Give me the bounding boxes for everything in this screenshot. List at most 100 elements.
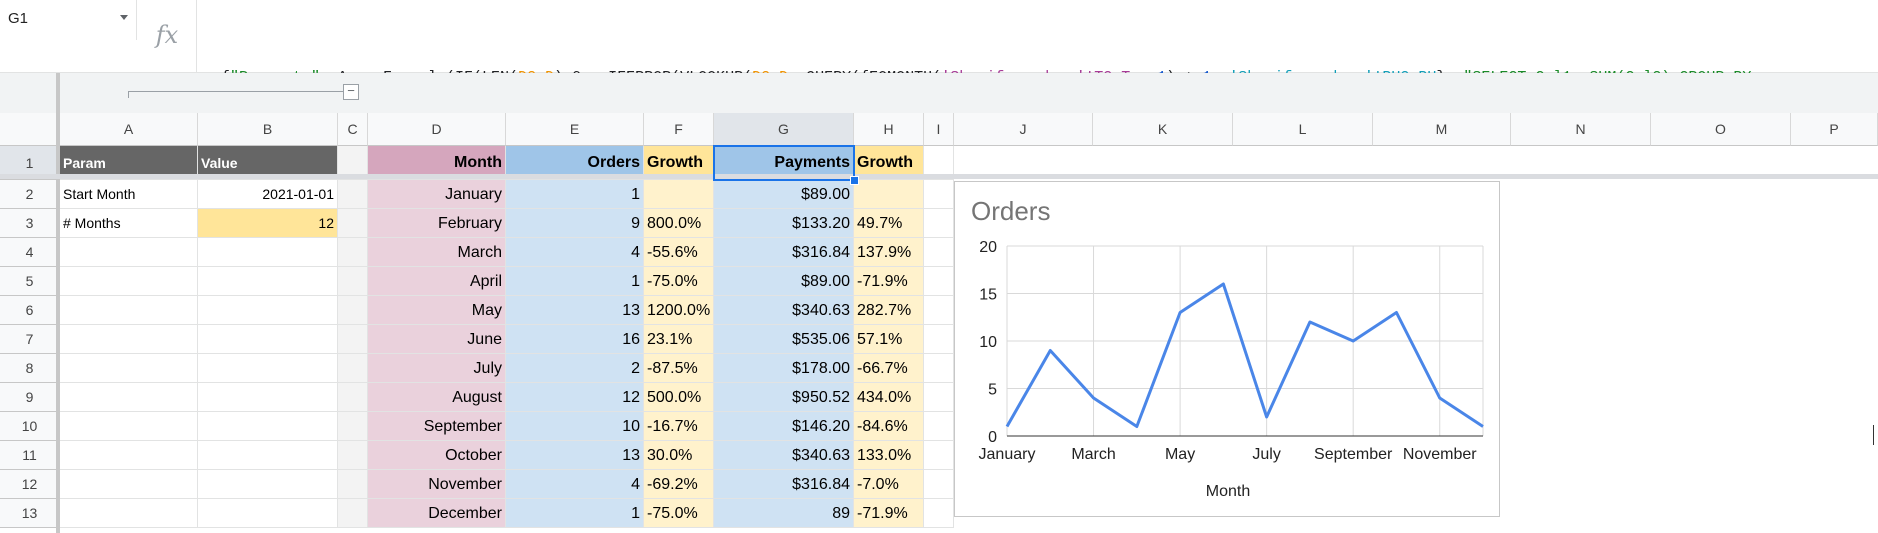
column-header-i[interactable]: I [924,113,954,146]
table-cell[interactable]: June [368,325,506,354]
row-header-7[interactable]: 7 [0,325,60,354]
table-cell[interactable]: $178.00 [714,354,854,383]
table-cell[interactable]: 30.0% [644,441,714,470]
column-header-e[interactable]: E [506,113,644,146]
cell-a9[interactable] [60,383,198,412]
table-cell[interactable]: 10 [506,412,644,441]
sheet-grid[interactable]: A B C D E F G H I J K L M N O P 1 2 3 4 5 6 7 8 9 10 11 12 13 Param Va… [0,0,1878,533]
table-cell[interactable]: 500.0% [644,383,714,412]
cell-a10[interactable] [60,412,198,441]
cell-b11[interactable] [198,441,338,470]
column-header-m[interactable]: M [1373,113,1511,146]
table-cell[interactable]: September [368,412,506,441]
table-cell[interactable]: 1 [506,499,644,528]
cell-c13[interactable] [338,499,368,528]
cell-c7[interactable] [338,325,368,354]
table-cell[interactable]: $89.00 [714,180,854,209]
table-cell[interactable]: 23.1% [644,325,714,354]
column-header-c[interactable]: C [338,113,368,146]
column-header-f[interactable]: F [644,113,714,146]
table-cell[interactable]: -55.6% [644,238,714,267]
table-cell[interactable]: February [368,209,506,238]
cell-a5[interactable] [60,267,198,296]
table-cell[interactable]: 1200.0% [644,296,714,325]
param-label[interactable]: Start Month [60,180,198,209]
cell-i11[interactable] [924,441,954,470]
fill-handle[interactable] [850,176,859,185]
table-cell[interactable]: 13 [506,441,644,470]
cell-b13[interactable] [198,499,338,528]
table-cell[interactable]: 434.0% [854,383,924,412]
cell-b10[interactable] [198,412,338,441]
table-cell[interactable]: $146.20 [714,412,854,441]
table-cell[interactable]: -87.5% [644,354,714,383]
param-value[interactable]: 12 [198,209,338,238]
cell-a4[interactable] [60,238,198,267]
table-cell[interactable]: January [368,180,506,209]
cell-i13[interactable] [924,499,954,528]
table-cell[interactable]: 1 [506,180,644,209]
cell-a13[interactable] [60,499,198,528]
table-cell[interactable]: May [368,296,506,325]
table-cell[interactable]: -66.7% [854,354,924,383]
column-header-a[interactable]: A [60,113,198,146]
table-cell[interactable]: $133.20 [714,209,854,238]
table-cell[interactable]: December [368,499,506,528]
cell-a7[interactable] [60,325,198,354]
param-label[interactable]: # Months [60,209,198,238]
row-header-12[interactable]: 12 [0,470,60,499]
cell-b12[interactable] [198,470,338,499]
cell-c3[interactable] [338,209,368,238]
row-header-11[interactable]: 11 [0,441,60,470]
column-header-p[interactable]: P [1791,113,1878,146]
freeze-column-divider[interactable] [56,73,60,533]
table-cell[interactable]: 9 [506,209,644,238]
row-header-4[interactable]: 4 [0,238,60,267]
column-header-j[interactable]: J [954,113,1093,146]
table-cell[interactable]: 1 [506,267,644,296]
cell-a11[interactable] [60,441,198,470]
cell-i3[interactable] [924,209,954,238]
freeze-row-divider[interactable] [0,174,1878,179]
table-cell[interactable]: 4 [506,238,644,267]
table-cell[interactable]: $316.84 [714,238,854,267]
table-cell[interactable]: 2 [506,354,644,383]
table-cell[interactable]: -7.0% [854,470,924,499]
orders-chart[interactable]: 0 5 10 15 20 January March May July September Nove… [954,181,1500,517]
cell-a6[interactable] [60,296,198,325]
column-header-k[interactable]: K [1093,113,1233,146]
cell-a12[interactable] [60,470,198,499]
table-cell[interactable]: 137.9% [854,238,924,267]
cell-c11[interactable] [338,441,368,470]
cell-i8[interactable] [924,354,954,383]
cell-i9[interactable] [924,383,954,412]
table-cell[interactable]: $316.84 [714,470,854,499]
cell-b5[interactable] [198,267,338,296]
cell-b6[interactable] [198,296,338,325]
row-header-8[interactable]: 8 [0,354,60,383]
table-cell[interactable]: -69.2% [644,470,714,499]
param-value[interactable]: 2021-01-01 [198,180,338,209]
cell-i2[interactable] [924,180,954,209]
cell-c5[interactable] [338,267,368,296]
table-cell[interactable]: -16.7% [644,412,714,441]
table-cell[interactable]: $340.63 [714,441,854,470]
column-header-b[interactable]: B [198,113,338,146]
row-header-9[interactable]: 9 [0,383,60,412]
table-cell[interactable]: 4 [506,470,644,499]
table-cell[interactable]: -71.9% [854,267,924,296]
cell-c9[interactable] [338,383,368,412]
cell-i10[interactable] [924,412,954,441]
table-cell[interactable]: 57.1% [854,325,924,354]
table-cell[interactable]: August [368,383,506,412]
row-header-3[interactable]: 3 [0,209,60,238]
column-header-d[interactable]: D [368,113,506,146]
cell-b8[interactable] [198,354,338,383]
cell-c8[interactable] [338,354,368,383]
cell-b7[interactable] [198,325,338,354]
cell-b9[interactable] [198,383,338,412]
table-cell[interactable]: 282.7% [854,296,924,325]
cell-i6[interactable] [924,296,954,325]
column-header-l[interactable]: L [1233,113,1373,146]
row-header-5[interactable]: 5 [0,267,60,296]
